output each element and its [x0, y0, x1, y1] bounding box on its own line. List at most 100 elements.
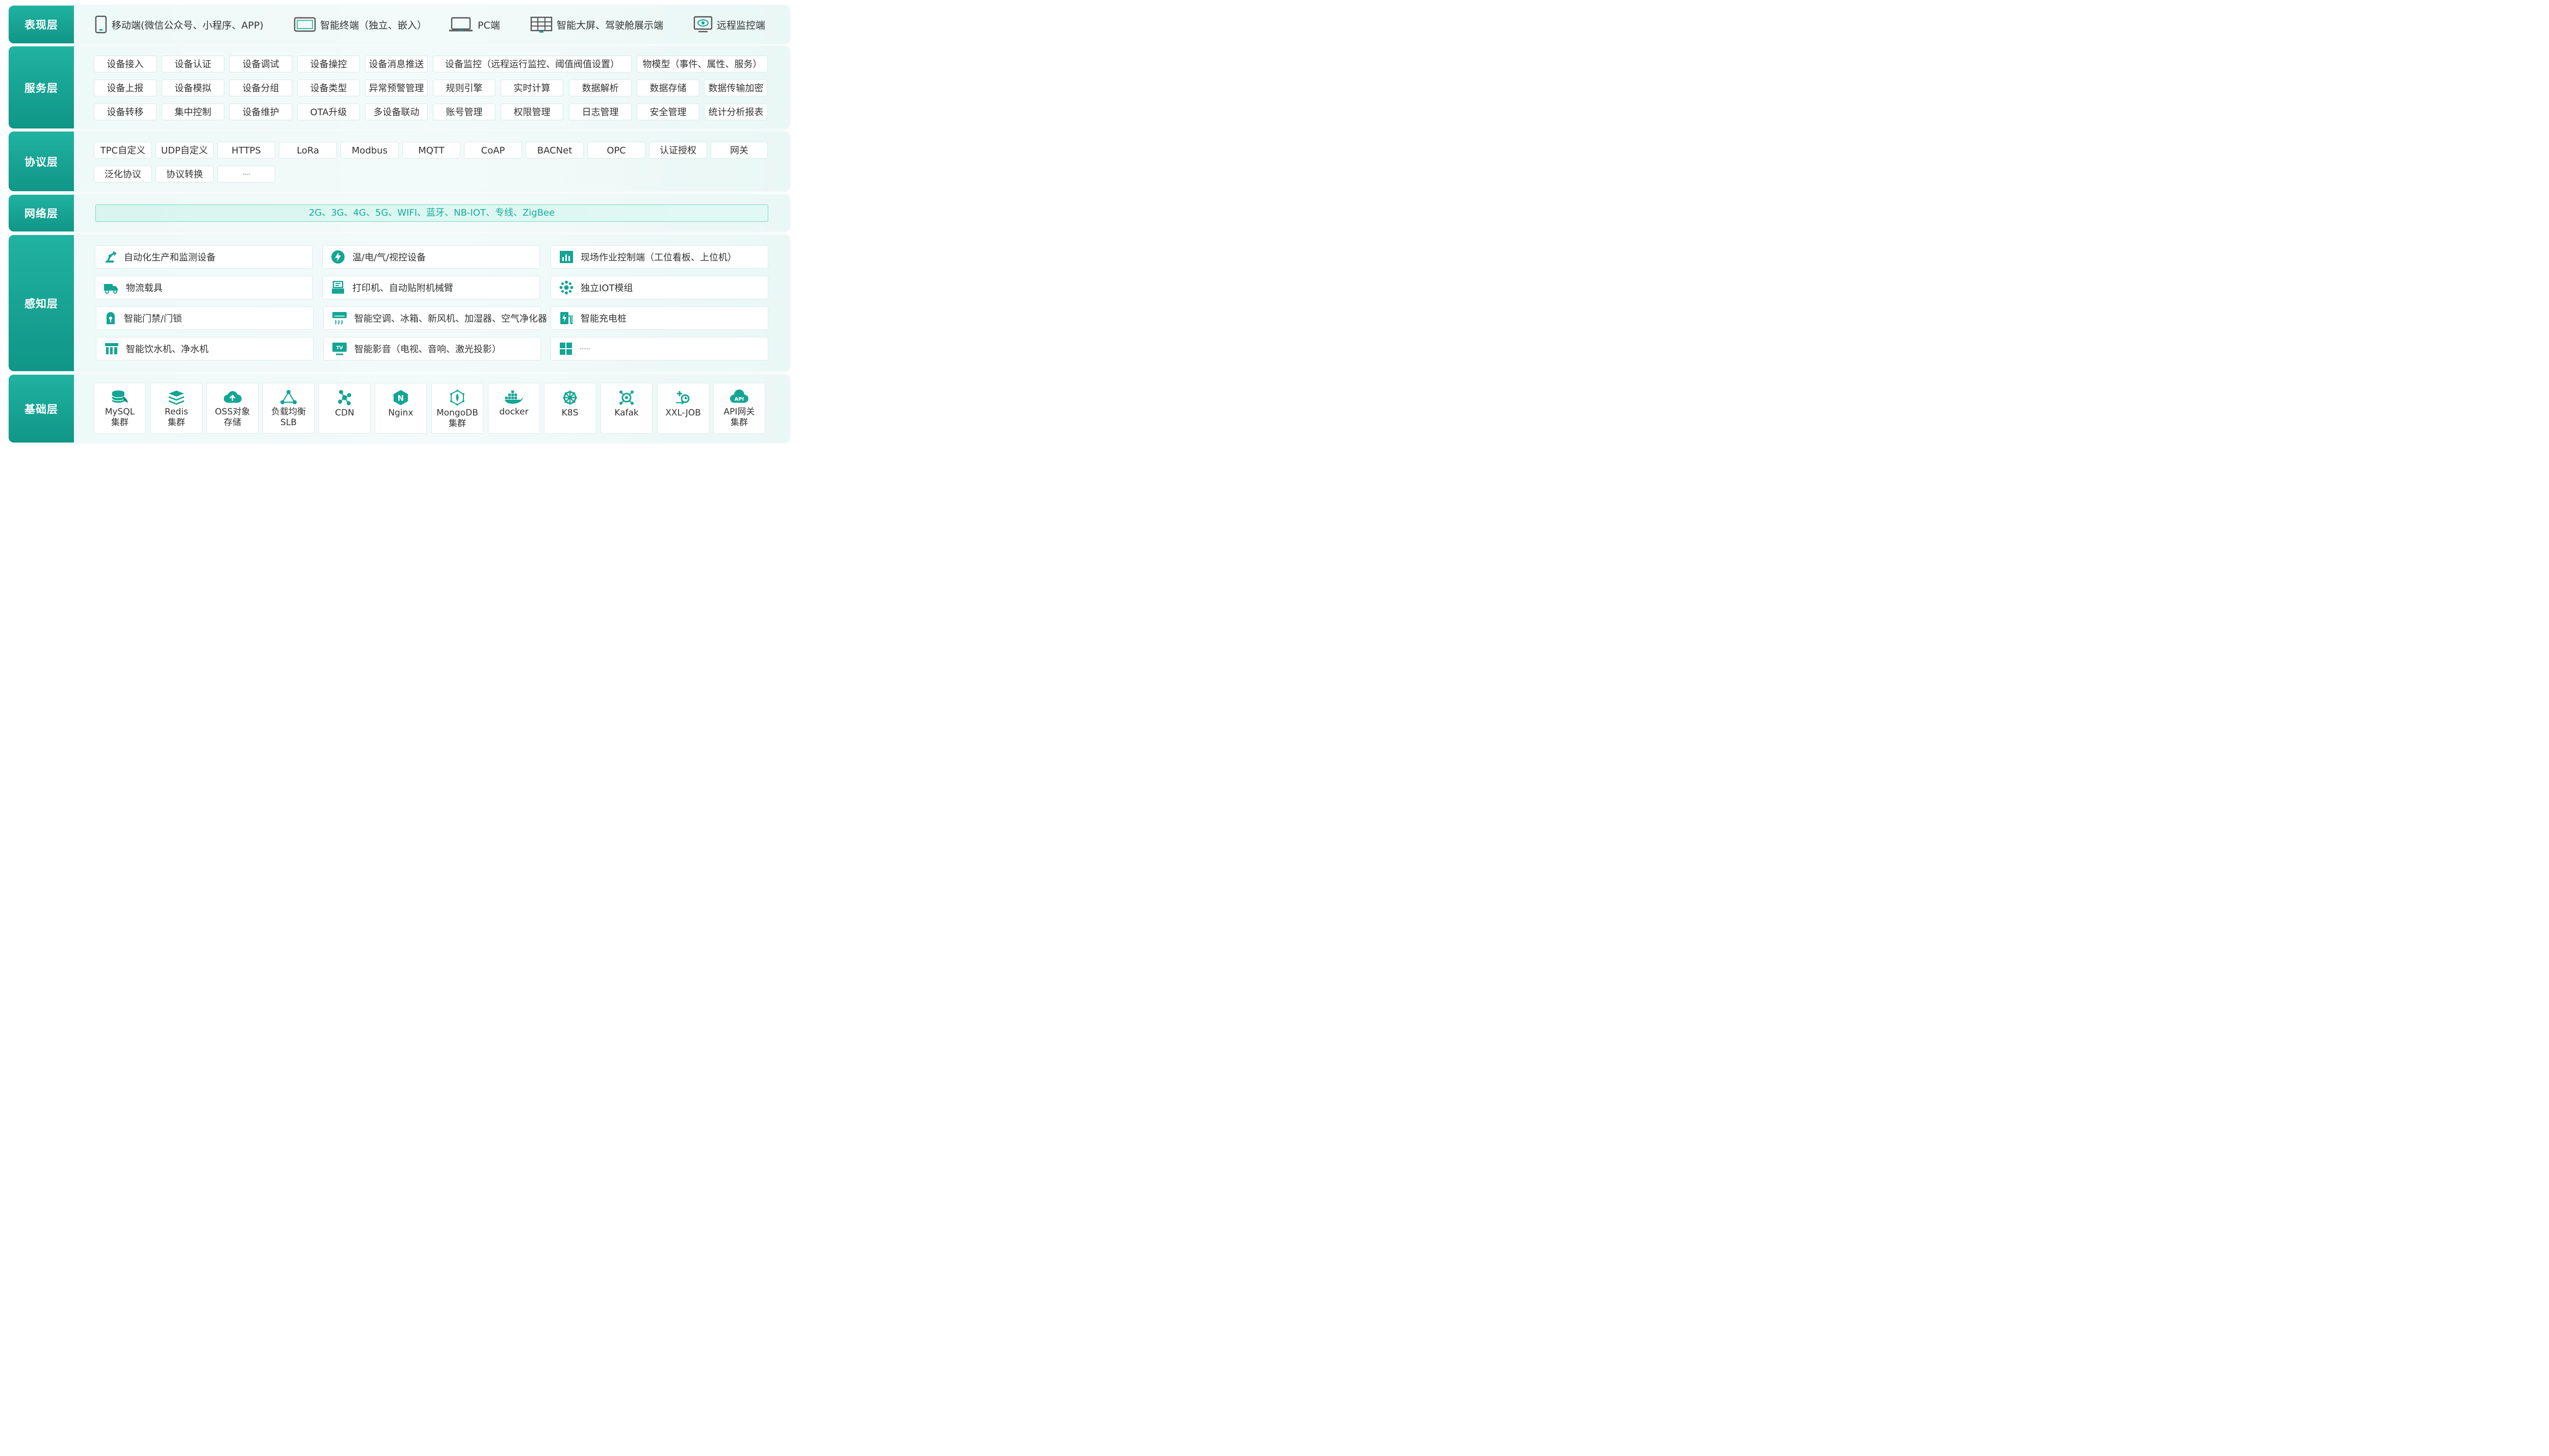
protocol-pill: 网关: [711, 142, 768, 159]
foundation-card: 负载均衡 SLB: [263, 383, 315, 434]
service-pill: 设备类型: [297, 80, 360, 96]
foundation-card-line1: docker: [499, 407, 529, 417]
layer-label-foundation: 基础层: [9, 375, 74, 443]
foundation-card-line1: Nginx: [388, 408, 413, 418]
service-pill: 设备上报: [94, 80, 157, 96]
door-lock-icon: [107, 312, 115, 324]
remote-monitor-icon: [693, 16, 713, 33]
foundation-card: MySQL 集群: [94, 383, 146, 434]
perception-card: 智能充电桩: [551, 306, 768, 330]
foundation-card-line1: Redis: [165, 407, 188, 417]
foundation-card-line2: 集群: [111, 418, 128, 428]
cdn-nodes-icon: [338, 390, 351, 405]
protocol-pill: 认证授权: [649, 142, 707, 159]
tv-icon: TV: [332, 343, 347, 355]
presentation-item-terminal: 智能终端（独立、嵌入）: [294, 6, 427, 43]
foundation-card-line1: XXL-JOB: [665, 408, 701, 418]
service-pill: 设备转移: [94, 103, 157, 120]
network-triangle-icon: [280, 390, 297, 404]
service-pill: 设备操控: [297, 56, 360, 72]
layer-label-network: 网络层: [9, 195, 74, 231]
foundation-card-line1: CDN: [335, 408, 354, 418]
foundation-card-line1: API网关: [723, 407, 755, 417]
perception-card: TV 智能影音（电视、音响、激光投影）: [323, 337, 541, 360]
foundation-card: XXL-JOB: [657, 383, 709, 434]
database-icon: [112, 391, 128, 403]
layer-label-perception: 感知层: [9, 235, 74, 371]
layer-label-presentation: 表现层: [9, 6, 74, 43]
protocol-pill: LoRa: [279, 142, 337, 159]
protocol-pill-more: ····: [217, 166, 275, 183]
presentation-item-text: 移动端(微信公众号、小程序、APP): [112, 19, 264, 31]
protocol-pill: HTTPS: [217, 142, 275, 159]
foundation-card-line1: MySQL: [105, 407, 135, 417]
presentation-item-mobile: 移动端(微信公众号、小程序、APP): [94, 6, 264, 43]
service-pill: 设备消息推送: [365, 56, 428, 72]
service-pill: 设备调试: [229, 56, 292, 72]
foundation-card: docker: [488, 383, 540, 434]
foundation-card-line2: 集群: [731, 418, 748, 428]
perception-card: 智能门禁/门锁: [96, 306, 314, 330]
perception-card: 智能饮水机、净水机: [96, 337, 314, 360]
foundation-card: MongoDB 集群: [431, 383, 483, 434]
service-pill: OTA升级: [297, 103, 360, 120]
nginx-badge-text: N: [398, 394, 404, 403]
service-pill: 规则引擎: [433, 80, 496, 96]
foundation-card: Kafak: [601, 383, 653, 434]
protocol-pill: 泛化协议: [94, 166, 152, 183]
service-pill: 设备模拟: [162, 80, 224, 96]
perception-layer: 感知层 自动化生产和监测设备 物流载具 智能门禁/门锁 智能饮水机、净水机 温/…: [9, 235, 790, 371]
perception-card-text: 智能饮水机、净水机: [126, 344, 209, 355]
presentation-item-remote: 远程监控端: [693, 6, 765, 43]
perception-card: 现场作业控制端（工位看板、上位机）: [551, 245, 768, 269]
layer-label-protocol: 协议层: [9, 132, 74, 191]
perception-card-text: 智能影音（电视、音响、激光投影）: [354, 344, 501, 355]
network-protocols-bar: 2G、3G、4G、5G、WIFI、蓝牙、NB-IOT、专线、ZigBee: [95, 204, 768, 222]
service-pill: 数据传输加密: [704, 80, 768, 96]
foundation-card: K8S: [544, 383, 596, 434]
foundation-card-line1: MongoDB: [436, 408, 478, 418]
service-pill: 设备分组: [229, 80, 292, 96]
mongodb-icon: [450, 389, 464, 406]
protocol-pill: 协议转换: [155, 166, 214, 183]
job-scheduler-icon: [676, 391, 690, 405]
protocol-pill: UDP自定义: [155, 142, 214, 159]
large-screen-icon: [530, 16, 553, 33]
foundation-card-line2: 集群: [449, 419, 466, 429]
foundation-card-line1: K8S: [561, 408, 579, 418]
perception-card: 独立IOT模组: [551, 276, 768, 299]
foundation-card: CDN: [319, 383, 371, 434]
foundation-card-line1: OSS对象: [215, 407, 250, 417]
presentation-item-pc: PC端: [448, 6, 500, 43]
service-layer: 服务层 设备接入 设备认证 设备调试 设备操控 设备消息推送 设备监控（远程运行…: [9, 46, 790, 128]
service-pill: 设备维护: [229, 103, 292, 120]
truck-icon: [104, 284, 118, 294]
perception-card-text: 自动化生产和监测设备: [124, 252, 216, 263]
perception-card: ······: [551, 337, 768, 360]
perception-card-text: 现场作业控制端（工位看板、上位机）: [581, 252, 737, 263]
lightning-icon: [331, 250, 345, 264]
iot-module-icon: [559, 280, 574, 295]
laptop-icon: [449, 17, 473, 32]
docker-whale-icon: [505, 391, 523, 404]
kubernetes-wheel-icon: [563, 391, 577, 405]
presentation-item-bigscreen: 智能大屏、驾驶舱展示端: [530, 6, 663, 43]
air-conditioner-icon: [332, 312, 347, 325]
kafka-icon: [619, 391, 634, 405]
api-cloud-icon: API: [730, 389, 748, 403]
water-dispenser-icon: [105, 343, 118, 354]
service-pill: 异常预警管理: [365, 80, 428, 96]
presentation-item-text: 智能终端（独立、嵌入）: [320, 19, 427, 31]
perception-card-text: 打印机、自动贴附机械臂: [352, 283, 453, 294]
perception-card-text: 物流载具: [126, 283, 163, 294]
stack-icon: [169, 391, 184, 405]
protocol-pill: OPC: [587, 142, 645, 159]
protocol-pill: BACNet: [526, 142, 584, 159]
service-pill: 设备监控（远程运行监控、阈值阀值设置）: [433, 56, 632, 72]
api-badge-text: API: [735, 397, 744, 402]
perception-card: 自动化生产和监测设备: [95, 245, 313, 269]
perception-card: 温/电/气/视控设备: [322, 245, 540, 269]
service-pill: 实时计算: [501, 80, 563, 96]
foundation-card-line2: 存储: [224, 418, 241, 428]
protocol-pill: Modbus: [341, 142, 399, 159]
